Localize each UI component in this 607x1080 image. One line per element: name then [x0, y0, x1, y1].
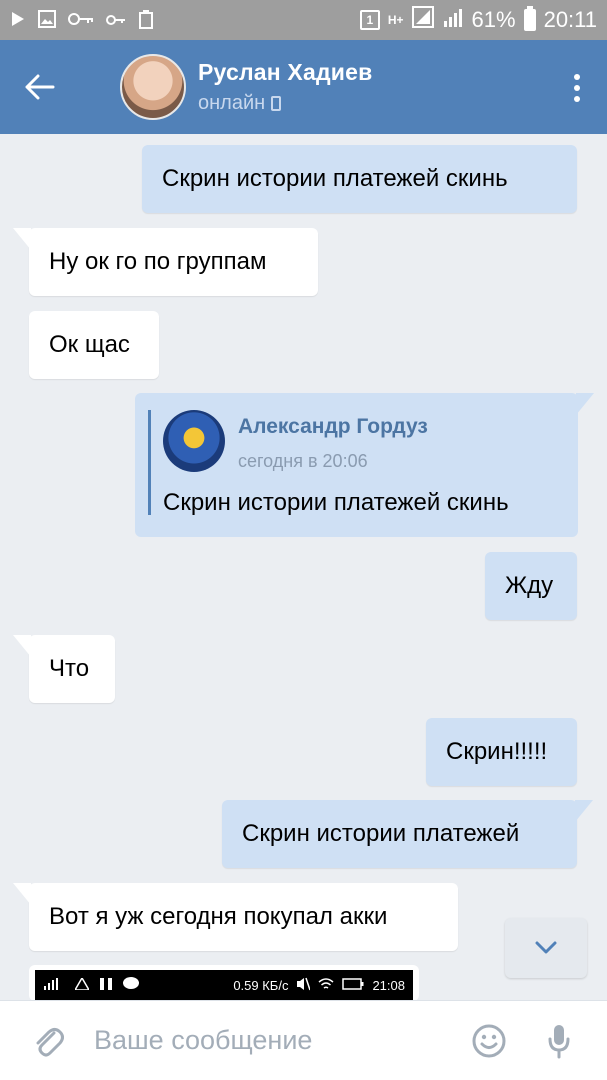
back-button[interactable] [0, 40, 80, 134]
status-bar: 1 H+ 61% 20:11 [0, 0, 607, 40]
chevron-down-icon [535, 941, 557, 954]
emoji-button[interactable] [459, 1024, 519, 1058]
forwarded-author-name[interactable]: Александр Гордуз [238, 415, 428, 439]
attach-button[interactable] [18, 1001, 78, 1080]
forwarded-message-bubble[interactable]: Александр Гордуз сегодня в 20:06 Скрин и… [135, 393, 594, 537]
message-composer: Ваше сообщение [0, 1000, 607, 1080]
battery-icon [342, 978, 364, 993]
speed-text: 0.59 КБ/с [233, 978, 289, 993]
paperclip-icon [36, 1027, 64, 1056]
message-bubble-outgoing[interactable]: Скрин истории платежей [222, 800, 593, 868]
wifi-icon [318, 978, 334, 993]
contact-name: Руслан Хадиев [198, 59, 373, 85]
message-text: Ок щас [49, 331, 130, 358]
message-input[interactable]: Ваше сообщение [94, 1025, 459, 1056]
message-bubble-outgoing[interactable]: Скрин!!!!! [426, 718, 577, 786]
chat-bubble-icon [123, 977, 139, 994]
image-attachment[interactable]: 0.59 КБ/с 21:08 [29, 965, 419, 1001]
message-text: Ну ок го по группам [49, 248, 267, 275]
forwarded-time: сегодня в 20:06 [238, 451, 368, 471]
mute-icon [296, 977, 312, 994]
key-icon [68, 11, 94, 29]
menu-dot [574, 85, 580, 91]
chat-header: Руслан Хадиев онлайн [0, 40, 607, 134]
menu-dot [574, 74, 580, 80]
menu-dot [574, 96, 580, 102]
microphone-icon [548, 1024, 570, 1058]
image-icon [38, 9, 56, 31]
recycle-icon [138, 9, 154, 32]
pause-icon [99, 977, 113, 994]
status-time: 20:11 [543, 7, 597, 32]
message-bubble-incoming[interactable]: Вот я уж сегодня покупал акки [13, 883, 458, 951]
mobile-icon [271, 96, 282, 111]
message-text: Жду [505, 572, 554, 599]
contact-avatar[interactable] [120, 54, 186, 120]
message-text: Вот я уж сегодня покупал акки [49, 903, 388, 930]
signal-icon [411, 6, 434, 34]
message-text: Что [49, 655, 90, 682]
thumbnail-time: 21:08 [372, 978, 405, 993]
contact-status: онлайн [198, 92, 372, 115]
message-bubble-outgoing[interactable]: Жду [485, 552, 577, 620]
signal-icon [43, 978, 65, 993]
message-bubble-incoming[interactable]: Ну ок го по группам [13, 228, 318, 296]
key-small-icon [106, 11, 126, 29]
message-text: Скрин истории платежей скинь [162, 165, 508, 192]
message-bubble-outgoing[interactable]: Скрин истории платежей скинь [142, 145, 577, 213]
play-icon [10, 11, 26, 30]
signal-bars-icon [442, 6, 464, 34]
battery-icon [523, 6, 536, 31]
warning-icon [73, 976, 91, 993]
sim-badge: 1 [359, 10, 380, 30]
forwarded-text: Скрин истории платежей скинь [163, 489, 509, 516]
forwarded-author-avatar[interactable] [163, 410, 225, 472]
network-type: H+ [387, 13, 404, 27]
contact-info[interactable]: Руслан Хадиев онлайн [198, 59, 372, 115]
message-bubble-incoming[interactable]: Ок щас [29, 311, 159, 379]
screenshot-thumbnail: 0.59 КБ/с 21:08 [35, 970, 413, 1001]
message-text: Скрин истории платежей [242, 820, 520, 847]
scroll-to-bottom-button[interactable] [505, 918, 587, 978]
forward-quote-bar [148, 410, 151, 515]
smile-icon [472, 1024, 506, 1057]
status-text: онлайн [198, 92, 266, 114]
message-bubble-incoming[interactable]: Что [13, 635, 115, 703]
more-menu-button[interactable] [573, 74, 581, 102]
voice-message-button[interactable] [529, 1023, 589, 1059]
arrow-left-icon [25, 74, 55, 100]
battery-percent: 61% [471, 7, 516, 32]
message-text: Скрин!!!!! [446, 738, 548, 765]
